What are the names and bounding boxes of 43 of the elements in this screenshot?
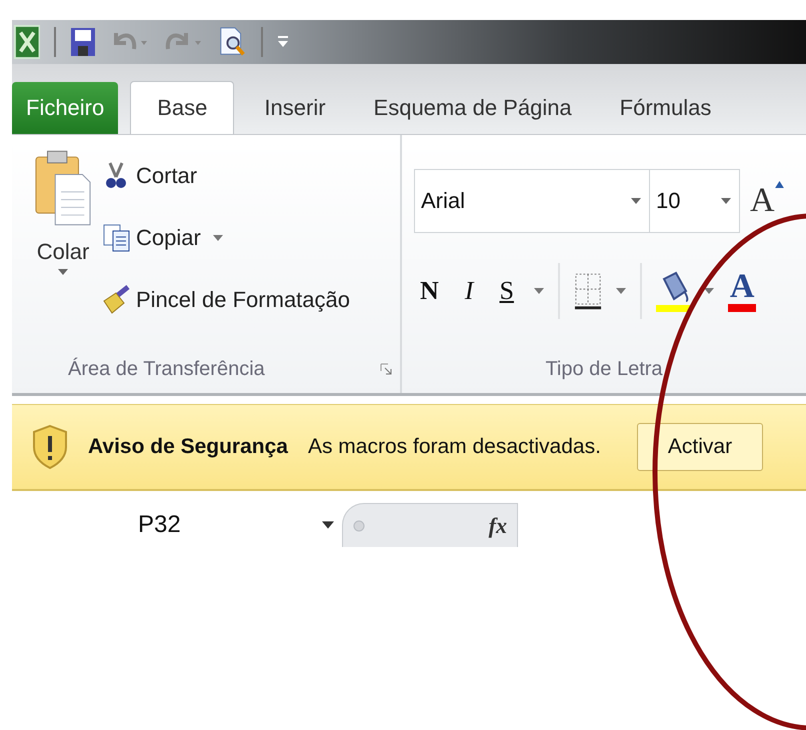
font-color-button[interactable]: A — [728, 270, 756, 312]
caret-icon — [58, 269, 68, 275]
grow-font-button[interactable]: A — [740, 182, 775, 220]
save-icon[interactable] — [70, 27, 96, 57]
enable-content-button[interactable]: Activar — [636, 423, 764, 471]
print-preview-icon[interactable] — [218, 26, 247, 58]
group-label: Área de Transferência — [68, 358, 265, 380]
font-size-field[interactable]: 10 — [650, 169, 740, 233]
dialog-launcher-icon[interactable] — [380, 363, 392, 375]
triangle-up-icon — [774, 181, 784, 188]
ribbon-tab[interactable]: Esquema de Página — [356, 82, 590, 134]
customize-toolbar-icon[interactable] — [276, 35, 289, 49]
caret-icon — [322, 521, 334, 529]
caret-icon[interactable] — [534, 288, 544, 294]
bold-button[interactable]: N — [414, 276, 445, 306]
copy-button[interactable]: Copiar — [102, 211, 350, 265]
name-box[interactable]: P32 — [12, 503, 342, 547]
caret-icon — [721, 198, 731, 204]
grip-icon — [353, 520, 365, 532]
insert-function-button[interactable]: fx — [488, 512, 507, 538]
caret-icon[interactable] — [704, 288, 714, 294]
font-name-field[interactable]: Arial — [414, 169, 650, 233]
caret-icon — [631, 198, 641, 204]
caret-icon[interactable] — [616, 288, 626, 294]
file-tab[interactable]: Ficheiro — [12, 82, 118, 134]
borders-icon[interactable] — [574, 272, 602, 310]
paste-button[interactable]: Colar — [34, 149, 92, 345]
clipboard-icon — [34, 149, 92, 227]
group-label: Tipo de Letra — [545, 358, 663, 380]
warning-message: As macros foram desactivadas. — [308, 435, 601, 459]
italic-button[interactable]: I — [458, 276, 480, 306]
paintbrush-icon — [102, 285, 130, 315]
copy-icon — [102, 223, 130, 253]
cut-button[interactable]: Cortar — [102, 149, 350, 203]
painter-button[interactable]: Pincel de Formatação — [102, 273, 350, 327]
shield-warning-icon — [32, 425, 68, 469]
ribbon-tab[interactable]: Fórmulas — [602, 82, 730, 134]
fill-bucket-icon[interactable] — [656, 269, 690, 313]
underline-button[interactable]: S — [493, 276, 520, 306]
warning-title: Aviso de Segurança — [88, 435, 288, 459]
ribbon-tab[interactable]: Inserir — [246, 82, 344, 134]
ribbon-tab[interactable]: Base — [130, 81, 234, 134]
spreadsheet-logo-icon[interactable] — [14, 25, 40, 59]
